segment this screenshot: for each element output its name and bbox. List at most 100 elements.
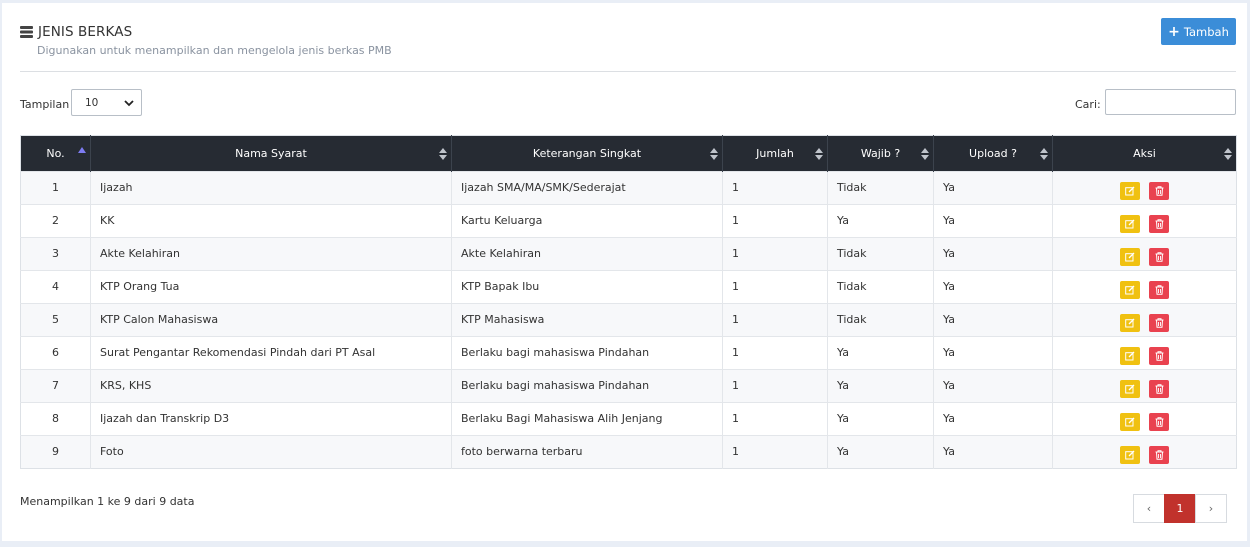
- column-header-label: Keterangan Singkat: [532, 147, 642, 160]
- edit-button[interactable]: [1120, 380, 1140, 398]
- prev-page-button[interactable]: ‹: [1133, 494, 1165, 523]
- table-cell: Ya: [933, 237, 1053, 271]
- actions-cell: [1052, 237, 1237, 271]
- column-header[interactable]: Wajib ?: [827, 135, 934, 172]
- divider: [20, 71, 1236, 72]
- table-cell: KTP Mahasiswa: [451, 303, 723, 337]
- table-row: 6 Surat Pengantar Rekomendasi Pindah dari…: [20, 336, 1237, 370]
- column-header-label: Aksi: [1133, 147, 1156, 160]
- pagination: ‹ 1 ›: [1133, 494, 1227, 523]
- length-value: 10: [85, 96, 99, 109]
- table-row: 8 Ijazah dan Transkrip D3 Berlaku Bagi Mah…: [20, 402, 1237, 436]
- length-label: Tampilan: [20, 98, 70, 111]
- table-cell: Ya: [827, 402, 934, 436]
- length-select[interactable]: 10: [71, 89, 142, 116]
- edit-button[interactable]: [1120, 446, 1140, 464]
- sort-icon: [1224, 148, 1232, 160]
- content-card: JENIS BERKAS Digunakan untuk menampilkan…: [2, 3, 1247, 541]
- table-cell: 6: [20, 336, 91, 370]
- column-header-label: Nama Syarat: [235, 147, 307, 160]
- actions-cell: [1052, 270, 1237, 304]
- actions-cell: [1052, 435, 1237, 469]
- table-cell: KTP Bapak Ibu: [451, 270, 723, 304]
- column-header[interactable]: Nama Syarat: [90, 135, 452, 172]
- delete-button[interactable]: [1149, 347, 1169, 365]
- table-cell: 1: [722, 369, 828, 403]
- table-cell: 3: [20, 237, 91, 271]
- edit-button[interactable]: [1120, 413, 1140, 431]
- table-row: 9 Foto foto berwarna terbaru 1 Ya Ya: [20, 435, 1237, 469]
- table-cell: 5: [20, 303, 91, 337]
- column-header[interactable]: Aksi: [1052, 135, 1237, 172]
- next-page-button[interactable]: ›: [1195, 494, 1227, 523]
- edit-button[interactable]: [1120, 347, 1140, 365]
- sort-asc-icon: [78, 147, 86, 153]
- table-cell: Ya: [933, 369, 1053, 403]
- table-cell: Ijazah SMA/MA/SMK/Sederajat: [451, 171, 723, 205]
- column-header-label: No.: [46, 147, 65, 160]
- table-cell: Akte Kelahiran: [90, 237, 452, 271]
- delete-button[interactable]: [1149, 281, 1169, 299]
- edit-icon: [1125, 417, 1135, 427]
- edit-button[interactable]: [1120, 314, 1140, 332]
- table-body: 1 Ijazah Ijazah SMA/MA/SMK/Sederajat 1 Tidak…: [20, 171, 1237, 469]
- actions-cell: [1052, 336, 1237, 370]
- chevron-down-icon: [124, 100, 134, 107]
- delete-button[interactable]: [1149, 248, 1169, 266]
- table-cell: Foto: [90, 435, 452, 469]
- page-title-text: JENIS BERKAS: [38, 24, 133, 40]
- trash-icon: [1155, 285, 1163, 295]
- edit-icon: [1125, 351, 1135, 361]
- column-header[interactable]: No.: [20, 135, 91, 172]
- table-cell: Kartu Keluarga: [451, 204, 723, 238]
- delete-button[interactable]: [1149, 182, 1169, 200]
- table-cell: Ya: [933, 303, 1053, 337]
- plus-icon: +: [1168, 23, 1180, 40]
- table-cell: 1: [722, 402, 828, 436]
- table-cell: Ya: [933, 171, 1053, 205]
- actions-cell: [1052, 171, 1237, 205]
- table-cell: Ya: [933, 270, 1053, 304]
- sort-icon: [439, 148, 447, 160]
- table-row: 1 Ijazah Ijazah SMA/MA/SMK/Sederajat 1 Tidak…: [20, 171, 1237, 205]
- delete-button[interactable]: [1149, 413, 1169, 431]
- table-cell: Akte Kelahiran: [451, 237, 723, 271]
- actions-cell: [1052, 303, 1237, 337]
- sort-icon: [1040, 148, 1048, 160]
- search-input[interactable]: [1105, 89, 1236, 115]
- column-header[interactable]: Keterangan Singkat: [451, 135, 723, 172]
- column-header[interactable]: Upload ?: [933, 135, 1053, 172]
- table-cell: 1: [722, 270, 828, 304]
- edit-button[interactable]: [1120, 248, 1140, 266]
- delete-button[interactable]: [1149, 215, 1169, 233]
- table-cell: Tidak: [827, 171, 934, 205]
- table-row: 4 KTP Orang Tua KTP Bapak Ibu 1 Tidak Ya: [20, 270, 1237, 304]
- sort-icon: [815, 148, 823, 160]
- edit-icon: [1125, 285, 1135, 295]
- edit-icon: [1125, 450, 1135, 460]
- delete-button[interactable]: [1149, 380, 1169, 398]
- column-header[interactable]: Jumlah: [722, 135, 828, 172]
- edit-button[interactable]: [1120, 215, 1140, 233]
- data-table: No. Nama Syarat Keterangan Singkat Jumlah Wa…: [20, 135, 1237, 469]
- table-cell: Ya: [827, 369, 934, 403]
- table-cell: Ya: [933, 336, 1053, 370]
- page-button-current[interactable]: 1: [1164, 494, 1196, 523]
- table-row: 2 KK Kartu Keluarga 1 Ya Ya: [20, 204, 1237, 238]
- add-button[interactable]: + Tambah: [1161, 18, 1236, 45]
- table-cell: Surat Pengantar Rekomendasi Pindah dari …: [90, 336, 452, 370]
- table-cell: Ijazah dan Transkrip D3: [90, 402, 452, 436]
- edit-button[interactable]: [1120, 182, 1140, 200]
- edit-icon: [1125, 219, 1135, 229]
- column-header-label: Jumlah: [756, 147, 794, 160]
- table-row: 5 KTP Calon Mahasiswa KTP Mahasiswa 1 Tidak Y…: [20, 303, 1237, 337]
- delete-button[interactable]: [1149, 446, 1169, 464]
- table-cell: 1: [722, 237, 828, 271]
- delete-button[interactable]: [1149, 314, 1169, 332]
- sort-icon: [921, 148, 929, 160]
- table-cell: 1: [20, 171, 91, 205]
- actions-cell: [1052, 204, 1237, 238]
- add-button-label: Tambah: [1183, 24, 1229, 39]
- table-cell: 4: [20, 270, 91, 304]
- edit-button[interactable]: [1120, 281, 1140, 299]
